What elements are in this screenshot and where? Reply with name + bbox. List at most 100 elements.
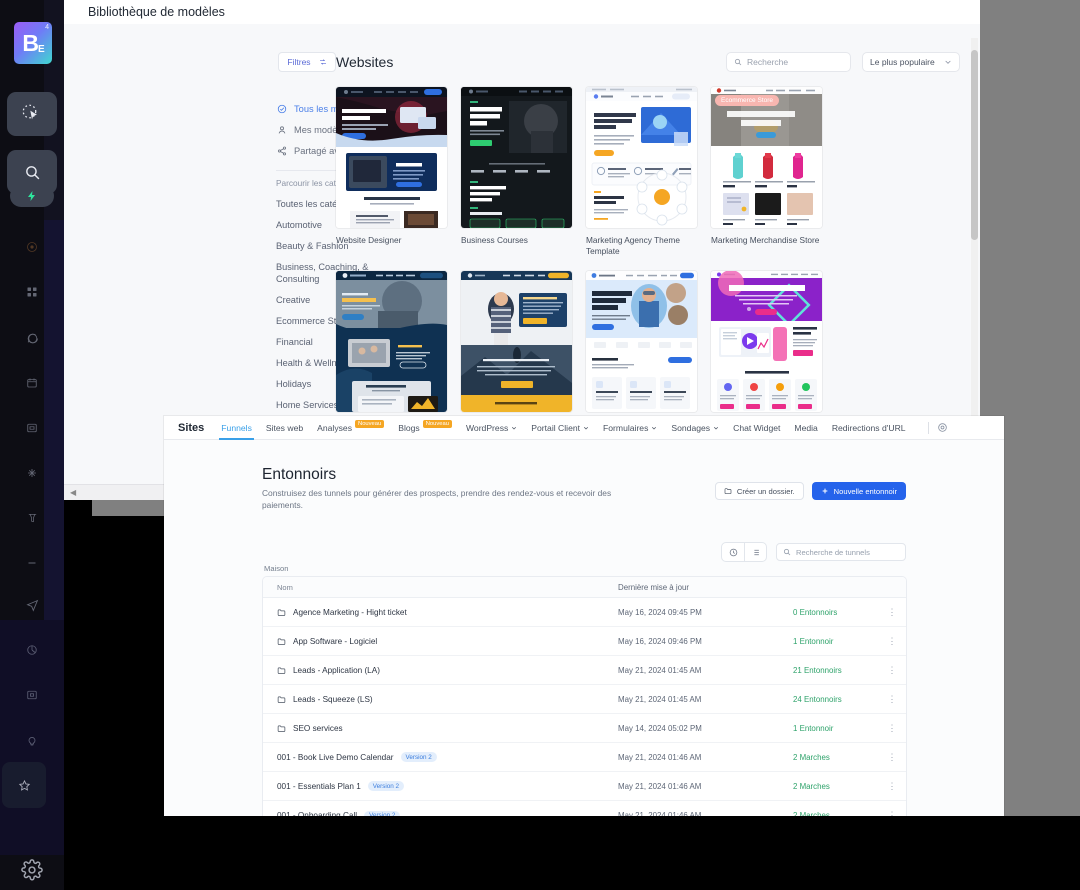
template-card[interactable]: Business Courses: [461, 87, 572, 257]
tab-portail-client[interactable]: Portail Client: [531, 416, 589, 440]
row-menu-button[interactable]: ⋮: [878, 665, 906, 676]
row-menu-button[interactable]: ⋮: [878, 781, 906, 792]
template-main: Websites Recherche Le plus populaire Web…: [336, 52, 960, 419]
app-logo[interactable]: BE 4: [14, 22, 52, 64]
version-badge: Version 2: [364, 810, 401, 816]
tab-blogs[interactable]: Blogs Nouveau: [398, 416, 452, 440]
tab-sites[interactable]: Sites: [178, 416, 204, 440]
rail-item-pie[interactable]: [0, 637, 64, 663]
rail-item-funnel[interactable]: [0, 505, 64, 531]
rail-item-star[interactable]: [2, 762, 46, 808]
folder-icon: [277, 666, 286, 675]
target-icon: [27, 242, 37, 252]
row-menu-button[interactable]: ⋮: [878, 607, 906, 618]
table-row[interactable]: App Software - Logiciel May 16, 2024 09:…: [263, 627, 906, 656]
template-thumbnail[interactable]: [586, 271, 697, 412]
user-icon: [276, 124, 287, 135]
filters-button[interactable]: Filtres: [278, 52, 336, 72]
funnels-window: Sites Funnels Sites web Analyses Nouveau…: [164, 416, 1004, 816]
table-row[interactable]: 001 - Essentials Plan 1 Version 2 May 21…: [263, 772, 906, 801]
tab-media[interactable]: Media: [794, 416, 817, 440]
template-card[interactable]: [711, 271, 822, 419]
row-menu-button[interactable]: ⋮: [878, 636, 906, 647]
table-row[interactable]: Agence Marketing - Hight ticket May 16, …: [263, 598, 906, 627]
tab-formulaires[interactable]: Formulaires: [603, 416, 657, 440]
funnels-search-placeholder: Recherche de tunnels: [796, 547, 870, 557]
template-card[interactable]: Marketing Agency Theme Template: [586, 87, 697, 257]
table-row[interactable]: 001 - Onboarding Call Version 2 May 21, …: [263, 801, 906, 816]
tab-sites-web[interactable]: Sites web: [266, 416, 303, 440]
tab-funnels[interactable]: Funnels: [219, 416, 254, 440]
rail-item-calendar[interactable]: [0, 370, 64, 396]
rail-item-send[interactable]: [0, 592, 64, 618]
row-menu-button[interactable]: ⋮: [878, 752, 906, 763]
rail-item-bulb[interactable]: [0, 727, 64, 753]
tab-chat-widget[interactable]: Chat Widget: [733, 416, 780, 440]
template-thumbnail[interactable]: [711, 271, 822, 412]
new-badge: Nouveau: [422, 419, 452, 428]
funnels-settings-button[interactable]: [937, 422, 948, 433]
row-menu-button[interactable]: ⋮: [878, 723, 906, 734]
rail-item-minus[interactable]: [0, 550, 64, 576]
table-row[interactable]: 001 - Book Live Demo Calendar Version 2 …: [263, 743, 906, 772]
template-thumbnail[interactable]: [586, 87, 697, 228]
view-mode-toggle: [721, 542, 767, 562]
minus-icon: [28, 562, 36, 564]
tab-url-redirects[interactable]: Redirections d'URL: [832, 416, 906, 440]
template-card[interactable]: [336, 271, 447, 419]
cursor-click-icon: [22, 104, 42, 124]
scroll-left-arrow-icon[interactable]: ◀: [70, 488, 76, 497]
bulb-icon: [28, 736, 36, 745]
window-title: Bibliothèque de modèles: [88, 5, 225, 19]
logo-sub: E: [37, 44, 45, 55]
rail-item-grid[interactable]: [0, 279, 64, 305]
funnels-search-input[interactable]: Recherche de tunnels: [776, 543, 906, 561]
funnels-body: Entonnoirs Construisez des tunnels pour …: [164, 440, 1004, 816]
rail-item-chat[interactable]: [0, 325, 64, 351]
funnels-table: Nom Dernière mise à jour Agence Marketin…: [262, 576, 907, 816]
vertical-scrollbar-thumb[interactable]: [971, 50, 978, 240]
template-card[interactable]: Ecommerce Store Marketing Merchandise St…: [711, 87, 822, 257]
template-thumbnail[interactable]: Ecommerce Store: [711, 87, 822, 228]
template-sort-select[interactable]: Le plus populaire: [862, 52, 960, 72]
rail-item-cursor[interactable]: [7, 92, 57, 136]
template-thumbnail[interactable]: [461, 87, 572, 228]
row-updated: May 16, 2024 09:46 PM: [618, 636, 702, 646]
rail-item-automation[interactable]: [0, 460, 64, 486]
list-icon: [752, 549, 759, 555]
template-thumbnail[interactable]: [461, 271, 572, 412]
row-menu-button[interactable]: ⋮: [878, 810, 906, 816]
template-search-input[interactable]: Recherche: [726, 52, 851, 72]
row-menu-button[interactable]: ⋮: [878, 694, 906, 705]
table-row[interactable]: SEO services May 14, 2024 05:02 PM 1 Ent…: [263, 714, 906, 743]
rail-item-archive[interactable]: [0, 415, 64, 441]
recent-view-button[interactable]: [722, 543, 744, 561]
section-title: Websites: [336, 54, 394, 70]
row-name: 001 - Book Live Demo Calendar: [277, 752, 394, 762]
create-folder-button[interactable]: Créer un dossier.: [714, 482, 804, 500]
breadcrumb[interactable]: Maison: [264, 564, 288, 573]
template-thumbnail[interactable]: [336, 271, 447, 412]
tab-wordpress[interactable]: WordPress: [466, 416, 517, 440]
tab-analyses[interactable]: Analyses Nouveau: [317, 416, 385, 440]
table-row[interactable]: Leads - Squeeze (LS) May 21, 2024 01:45 …: [263, 685, 906, 714]
send-icon: [25, 599, 38, 612]
rail-item-media[interactable]: [0, 682, 64, 708]
rail-item-target[interactable]: [0, 234, 64, 260]
rail-item-settings[interactable]: [0, 855, 64, 885]
new-funnel-button[interactable]: Nouvelle entonnoir: [811, 482, 906, 500]
automation-icon: [28, 469, 36, 477]
list-view-button[interactable]: [744, 543, 766, 561]
row-name: SEO services: [293, 723, 343, 733]
search-icon: [24, 164, 41, 181]
template-card[interactable]: [586, 271, 697, 419]
table-row[interactable]: Leads - Application (LA) May 21, 2024 01…: [263, 656, 906, 685]
template-thumbnail[interactable]: [336, 87, 447, 228]
template-card[interactable]: Website Designer: [336, 87, 447, 257]
column-header-name: Nom: [277, 582, 293, 592]
version-badge: Version 2: [400, 752, 437, 762]
template-card[interactable]: [461, 271, 572, 419]
tab-sondages[interactable]: Sondages: [671, 416, 719, 440]
tab-label: Redirections d'URL: [831, 422, 906, 433]
rail-item-lightning[interactable]: [10, 185, 54, 207]
